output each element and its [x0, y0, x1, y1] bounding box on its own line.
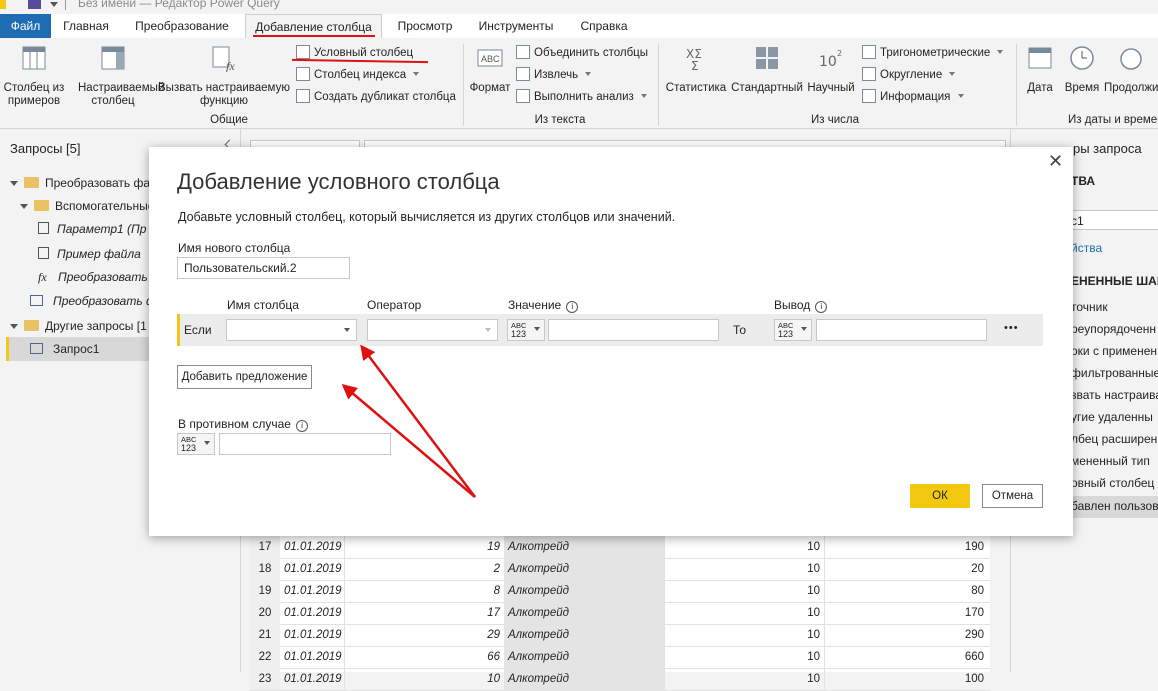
- annotation-arrow: [360, 344, 476, 498]
- annotation-arrow: [341, 384, 476, 498]
- annotation-arrows: [341, 344, 476, 498]
